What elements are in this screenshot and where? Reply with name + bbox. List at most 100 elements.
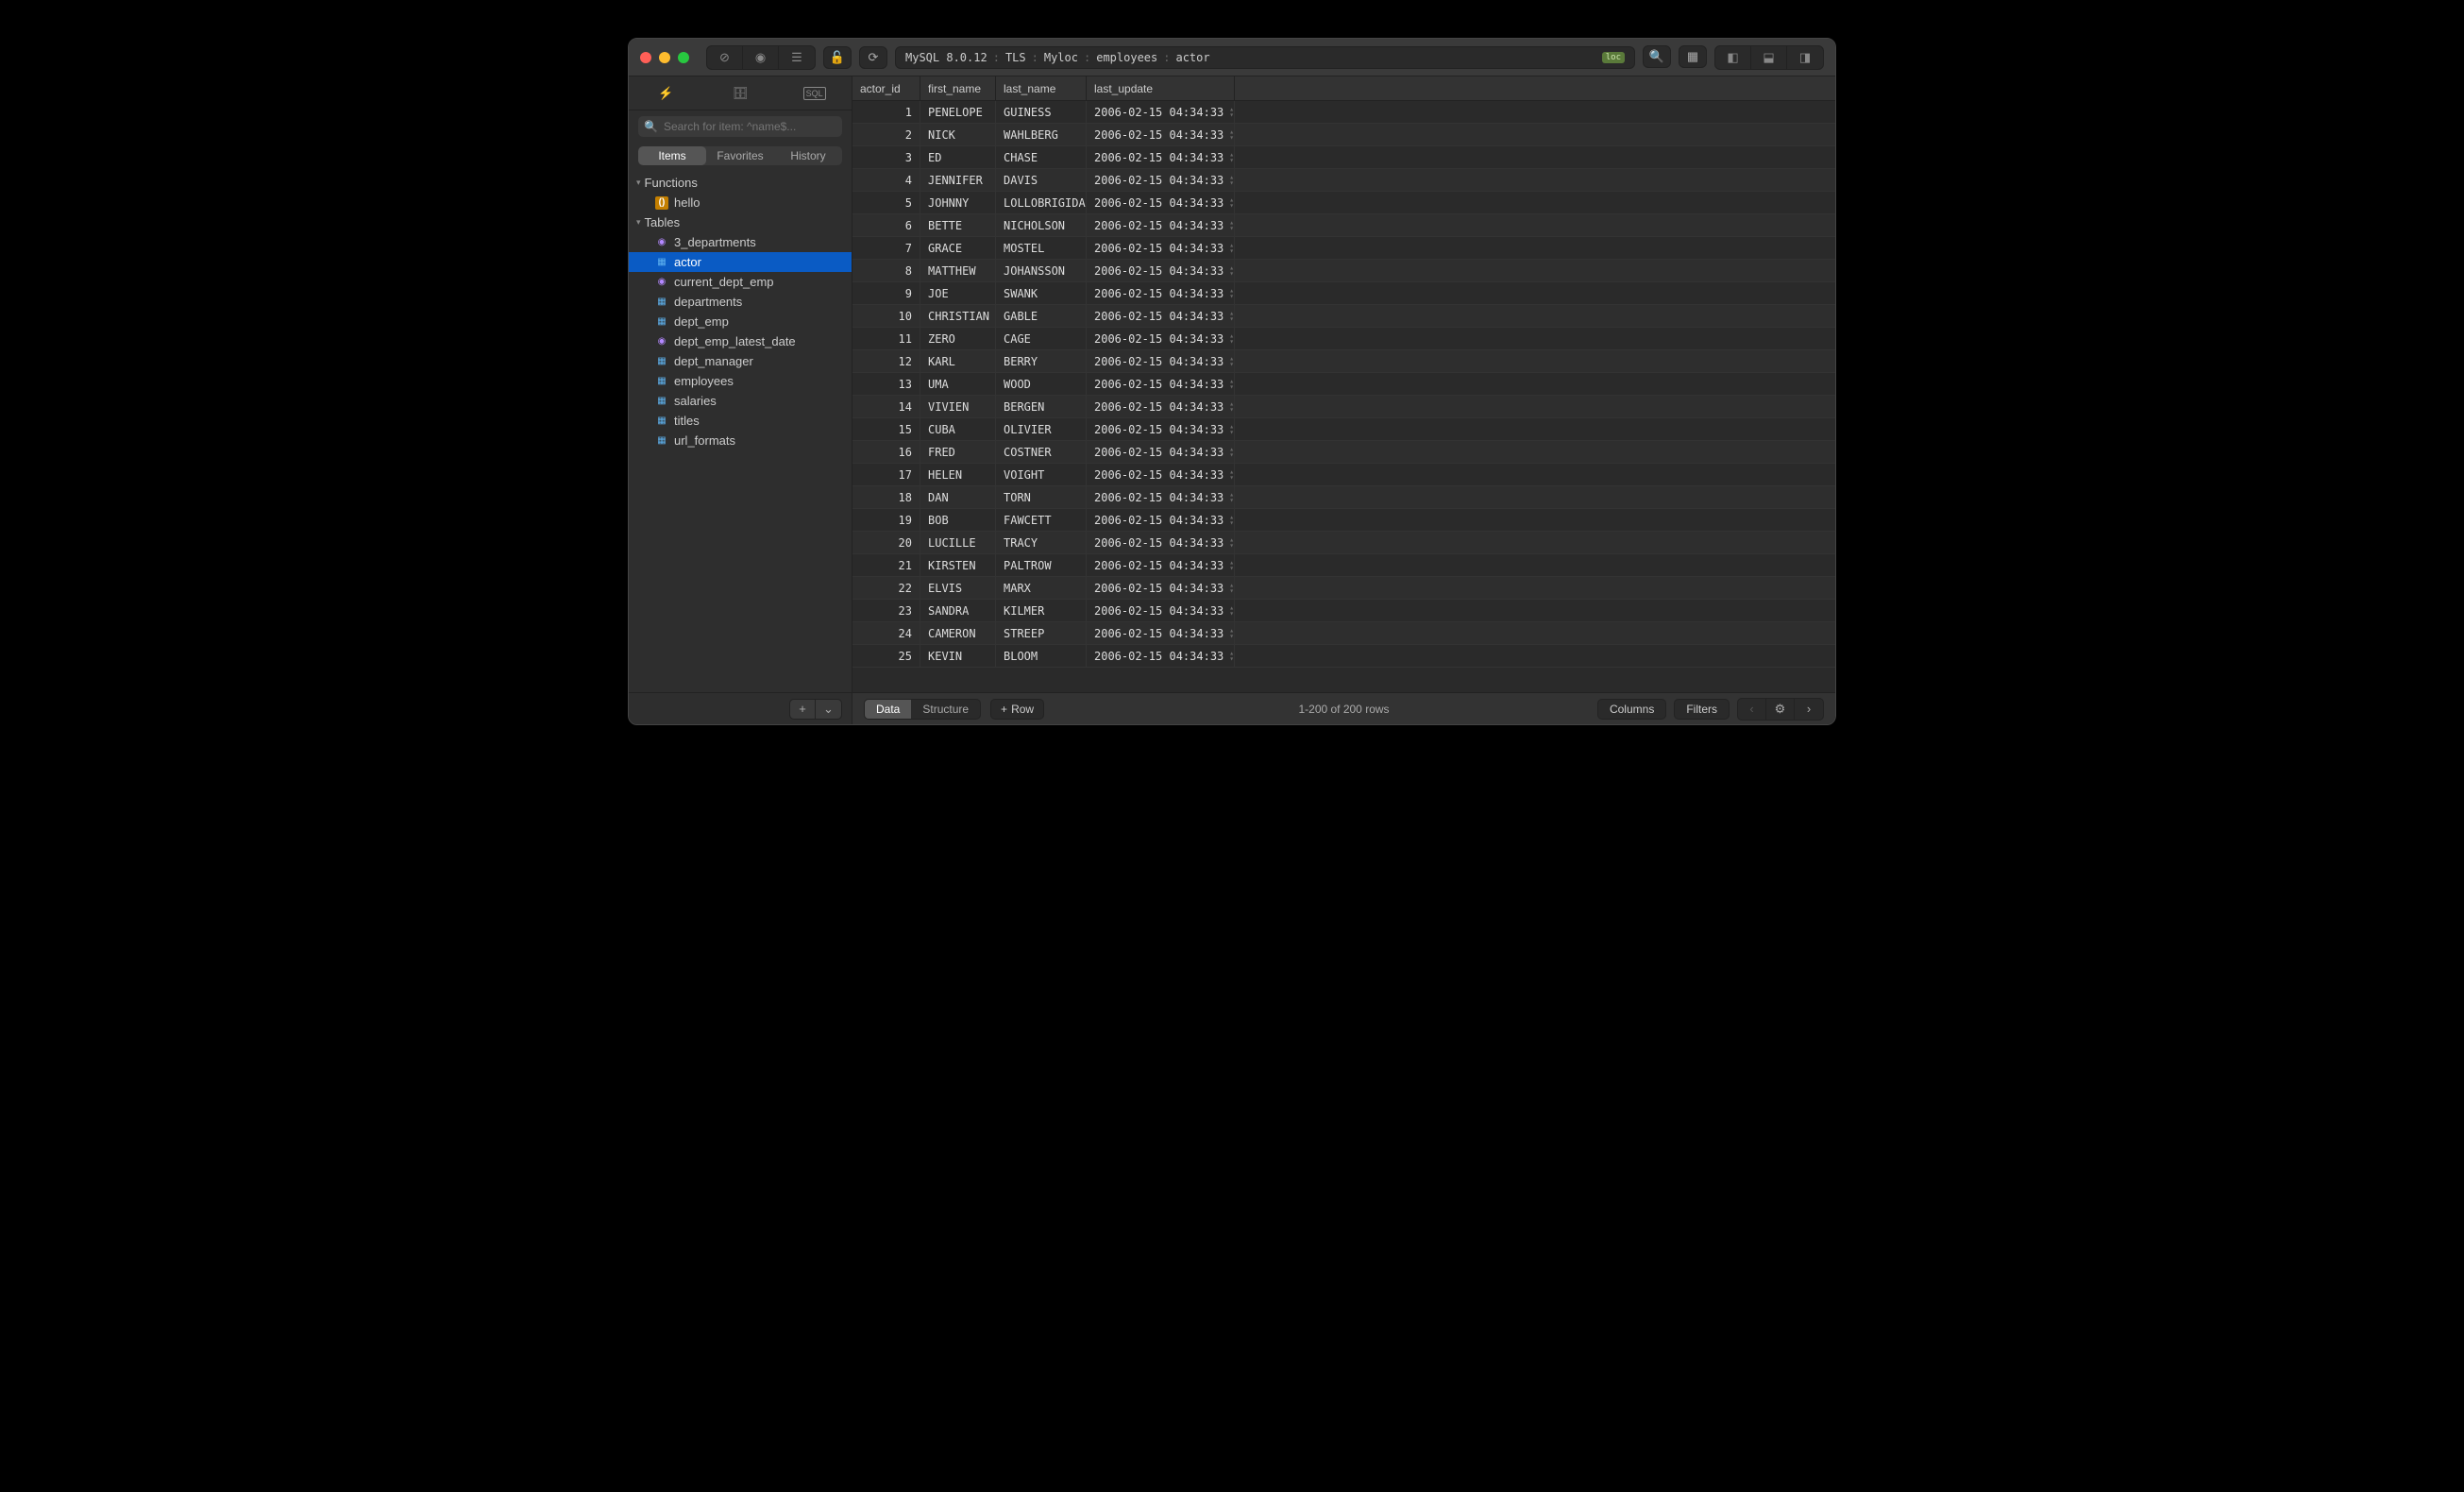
cell-last-name[interactable]: LOLLOBRIGIDA <box>996 192 1087 213</box>
stepper-icon[interactable]: ▴▾ <box>1229 107 1234 118</box>
cell-actor-id[interactable]: 20 <box>852 532 920 553</box>
sidebar-mode-sql[interactable]: SQL <box>782 80 848 107</box>
preview-button[interactable]: ◉ <box>743 46 779 69</box>
cell-last-update[interactable]: 2006-02-15 04:34:33▴▾ <box>1087 622 1235 644</box>
table-row[interactable]: 18DANTORN2006-02-15 04:34:33▴▾ <box>852 486 1835 509</box>
tree-item-table[interactable]: ▦employees <box>629 371 852 391</box>
cell-last-update[interactable]: 2006-02-15 04:34:33▴▾ <box>1087 328 1235 349</box>
cell-first-name[interactable]: CAMERON <box>920 622 996 644</box>
refresh-button[interactable]: ⟳ <box>859 46 887 69</box>
filters-button[interactable]: Filters <box>1674 699 1730 720</box>
cell-first-name[interactable]: DAN <box>920 486 996 508</box>
stepper-icon[interactable]: ▴▾ <box>1229 515 1234 526</box>
cell-last-name[interactable]: GUINESS <box>996 101 1087 123</box>
cell-first-name[interactable]: JOHNNY <box>920 192 996 213</box>
cell-first-name[interactable]: BETTE <box>920 214 996 236</box>
cell-last-name[interactable]: WOOD <box>996 373 1087 395</box>
table-row[interactable]: 15CUBAOLIVIER2006-02-15 04:34:33▴▾ <box>852 418 1835 441</box>
cell-first-name[interactable]: MATTHEW <box>920 260 996 281</box>
sidebar-tab-favorites[interactable]: Favorites <box>706 146 774 165</box>
sidebar-mode-connection[interactable]: ⚡ <box>633 80 699 107</box>
cell-actor-id[interactable]: 16 <box>852 441 920 463</box>
cell-actor-id[interactable]: 13 <box>852 373 920 395</box>
table-row[interactable]: 4JENNIFERDAVIS2006-02-15 04:34:33▴▾ <box>852 169 1835 192</box>
sidebar-tab-items[interactable]: Items <box>638 146 706 165</box>
cell-last-name[interactable]: KILMER <box>996 600 1087 621</box>
table-row[interactable]: 3EDCHASE2006-02-15 04:34:33▴▾ <box>852 146 1835 169</box>
stepper-icon[interactable]: ▴▾ <box>1229 243 1234 254</box>
cell-actor-id[interactable]: 25 <box>852 645 920 667</box>
table-row[interactable]: 11ZEROCAGE2006-02-15 04:34:33▴▾ <box>852 328 1835 350</box>
page-settings-button[interactable]: ⚙ <box>1766 699 1795 720</box>
cell-first-name[interactable]: KEVIN <box>920 645 996 667</box>
stepper-icon[interactable]: ▴▾ <box>1229 333 1234 345</box>
tree-item-table[interactable]: ◉current_dept_emp <box>629 272 852 292</box>
tree-item-function[interactable]: ()hello <box>629 193 852 212</box>
stepper-icon[interactable]: ▴▾ <box>1229 447 1234 458</box>
cell-last-update[interactable]: 2006-02-15 04:34:33▴▾ <box>1087 577 1235 599</box>
cell-last-name[interactable]: CAGE <box>996 328 1087 349</box>
column-header-last-name[interactable]: last_name <box>996 76 1087 100</box>
cell-last-name[interactable]: SWANK <box>996 282 1087 304</box>
cell-actor-id[interactable]: 10 <box>852 305 920 327</box>
cell-last-update[interactable]: 2006-02-15 04:34:33▴▾ <box>1087 418 1235 440</box>
item-menu-button[interactable]: ⌄ <box>816 699 842 720</box>
stepper-icon[interactable]: ▴▾ <box>1229 424 1234 435</box>
sidebar-search-input[interactable] <box>664 120 836 133</box>
lock-button[interactable]: 🔓 <box>823 46 852 69</box>
stepper-icon[interactable]: ▴▾ <box>1229 628 1234 639</box>
search-button[interactable]: 🔍 <box>1643 45 1671 68</box>
table-row[interactable]: 21KIRSTENPALTROW2006-02-15 04:34:33▴▾ <box>852 554 1835 577</box>
tree-item-table[interactable]: ▦titles <box>629 411 852 431</box>
cell-last-update[interactable]: 2006-02-15 04:34:33▴▾ <box>1087 282 1235 304</box>
stepper-icon[interactable]: ▴▾ <box>1229 265 1234 277</box>
cell-last-update[interactable]: 2006-02-15 04:34:33▴▾ <box>1087 101 1235 123</box>
add-row-button[interactable]: + Row <box>990 699 1044 720</box>
table-row[interactable]: 23SANDRAKILMER2006-02-15 04:34:33▴▾ <box>852 600 1835 622</box>
grid-body[interactable]: 1PENELOPEGUINESS2006-02-15 04:34:33▴▾2NI… <box>852 101 1835 692</box>
cell-last-name[interactable]: FAWCETT <box>996 509 1087 531</box>
table-row[interactable]: 12KARLBERRY2006-02-15 04:34:33▴▾ <box>852 350 1835 373</box>
cell-last-update[interactable]: 2006-02-15 04:34:33▴▾ <box>1087 441 1235 463</box>
cell-last-update[interactable]: 2006-02-15 04:34:33▴▾ <box>1087 396 1235 417</box>
tree-item-table[interactable]: ▦url_formats <box>629 431 852 450</box>
cell-first-name[interactable]: UMA <box>920 373 996 395</box>
cell-actor-id[interactable]: 9 <box>852 282 920 304</box>
table-row[interactable]: 22ELVISMARX2006-02-15 04:34:33▴▾ <box>852 577 1835 600</box>
sidebar-mode-database[interactable]: 🗄 <box>707 80 773 107</box>
cell-first-name[interactable]: LUCILLE <box>920 532 996 553</box>
cell-last-update[interactable]: 2006-02-15 04:34:33▴▾ <box>1087 509 1235 531</box>
table-row[interactable]: 7GRACEMOSTEL2006-02-15 04:34:33▴▾ <box>852 237 1835 260</box>
tree-item-table[interactable]: ◉dept_emp_latest_date <box>629 331 852 351</box>
cell-last-name[interactable]: MOSTEL <box>996 237 1087 259</box>
cell-last-update[interactable]: 2006-02-15 04:34:33▴▾ <box>1087 260 1235 281</box>
cell-first-name[interactable]: FRED <box>920 441 996 463</box>
tree-item-table[interactable]: ▦dept_manager <box>629 351 852 371</box>
table-row[interactable]: 19BOBFAWCETT2006-02-15 04:34:33▴▾ <box>852 509 1835 532</box>
cell-last-update[interactable]: 2006-02-15 04:34:33▴▾ <box>1087 532 1235 553</box>
cell-last-name[interactable]: VOIGHT <box>996 464 1087 485</box>
cell-first-name[interactable]: NICK <box>920 124 996 145</box>
tree-item-table[interactable]: ▦dept_emp <box>629 312 852 331</box>
cell-last-update[interactable]: 2006-02-15 04:34:33▴▾ <box>1087 124 1235 145</box>
sidebar-tab-history[interactable]: History <box>774 146 842 165</box>
layout-sidebar-button[interactable]: ◧ <box>1715 46 1751 69</box>
cell-actor-id[interactable]: 23 <box>852 600 920 621</box>
cell-first-name[interactable]: KARL <box>920 350 996 372</box>
stepper-icon[interactable]: ▴▾ <box>1229 401 1234 413</box>
table-row[interactable]: 9JOESWANK2006-02-15 04:34:33▴▾ <box>852 282 1835 305</box>
cell-actor-id[interactable]: 22 <box>852 577 920 599</box>
cell-first-name[interactable]: JOE <box>920 282 996 304</box>
layout-bottom-button[interactable]: ⬓ <box>1751 46 1787 69</box>
cell-last-name[interactable]: COSTNER <box>996 441 1087 463</box>
table-row[interactable]: 13UMAWOOD2006-02-15 04:34:33▴▾ <box>852 373 1835 396</box>
add-item-button[interactable]: + <box>789 699 816 720</box>
cell-last-name[interactable]: JOHANSSON <box>996 260 1087 281</box>
cell-last-update[interactable]: 2006-02-15 04:34:33▴▾ <box>1087 645 1235 667</box>
cell-first-name[interactable]: VIVIEN <box>920 396 996 417</box>
stepper-icon[interactable]: ▴▾ <box>1229 605 1234 617</box>
cell-first-name[interactable]: SANDRA <box>920 600 996 621</box>
grid-button[interactable]: ▦ <box>1679 45 1707 68</box>
cell-first-name[interactable]: GRACE <box>920 237 996 259</box>
cell-actor-id[interactable]: 18 <box>852 486 920 508</box>
